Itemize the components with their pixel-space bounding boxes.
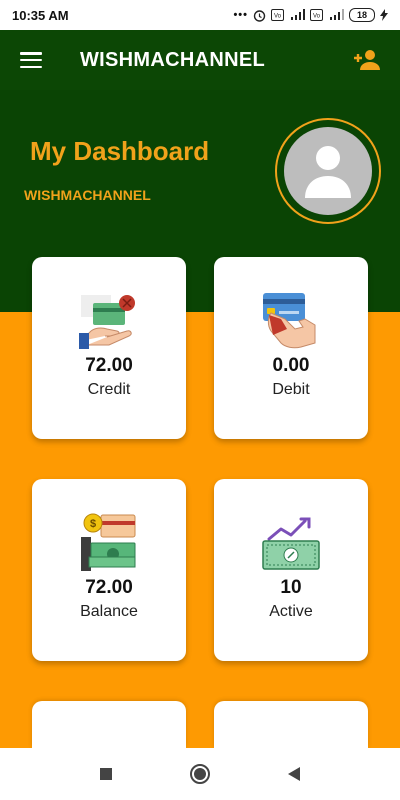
credit-value: 72.00 — [85, 355, 133, 376]
active-card[interactable]: 10 Active — [214, 479, 368, 661]
signal-icon — [330, 9, 344, 20]
credit-card[interactable]: 72.00 Credit — [32, 257, 186, 439]
user-icon — [305, 146, 351, 198]
status-icons: ••• Vo Vo 18 — [233, 8, 388, 22]
menu-icon[interactable] — [20, 52, 42, 68]
signal-4g-icon — [291, 9, 305, 20]
username-label: WISHMACHANNEL — [24, 187, 151, 203]
balance-card[interactable]: $ 72.00 Balance — [32, 479, 186, 661]
app-title: WISHMACHANNEL — [80, 48, 265, 71]
volte-icon: Vo — [310, 9, 323, 21]
app-bar: WISHMACHANNEL — [0, 30, 400, 90]
balance-label: Balance — [80, 603, 138, 620]
debit-card[interactable]: 0.00 Debit — [214, 257, 368, 439]
debit-card-hand-icon — [263, 293, 316, 349]
debit-label: Debit — [272, 381, 310, 398]
active-value: 10 — [280, 577, 302, 598]
volte-icon: Vo — [271, 9, 284, 21]
page-title: My Dashboard — [30, 136, 210, 166]
back-triangle-icon[interactable] — [282, 762, 306, 786]
alarm-icon — [253, 9, 266, 22]
avatar-ring[interactable] — [275, 118, 381, 224]
battery-icon: 18 — [349, 8, 375, 22]
home-circle-icon[interactable] — [188, 762, 212, 786]
add-user-icon[interactable] — [354, 49, 380, 71]
svg-text:Vo: Vo — [274, 14, 282, 20]
status-bar: 10:35 AM ••• Vo Vo 18 — [0, 0, 400, 30]
card-partial-left[interactable] — [32, 701, 186, 748]
avatar[interactable] — [284, 127, 372, 215]
notification-dots: ••• — [233, 9, 248, 21]
debit-value: 0.00 — [272, 355, 310, 376]
status-time: 10:35 AM — [12, 7, 69, 23]
recents-square-icon[interactable] — [94, 762, 118, 786]
balance-money-icon: $ — [81, 513, 136, 571]
active-label: Active — [269, 603, 313, 620]
card-partial-right[interactable] — [214, 701, 368, 748]
active-banknote-chart-icon — [262, 517, 320, 570]
credit-label: Credit — [87, 381, 131, 398]
balance-value: 72.00 — [85, 577, 133, 598]
system-nav-bar — [0, 748, 400, 800]
svg-text:$: $ — [90, 518, 96, 530]
credit-hand-card-icon — [79, 295, 135, 349]
svg-text:Vo: Vo — [313, 14, 321, 20]
charging-icon — [380, 9, 388, 21]
